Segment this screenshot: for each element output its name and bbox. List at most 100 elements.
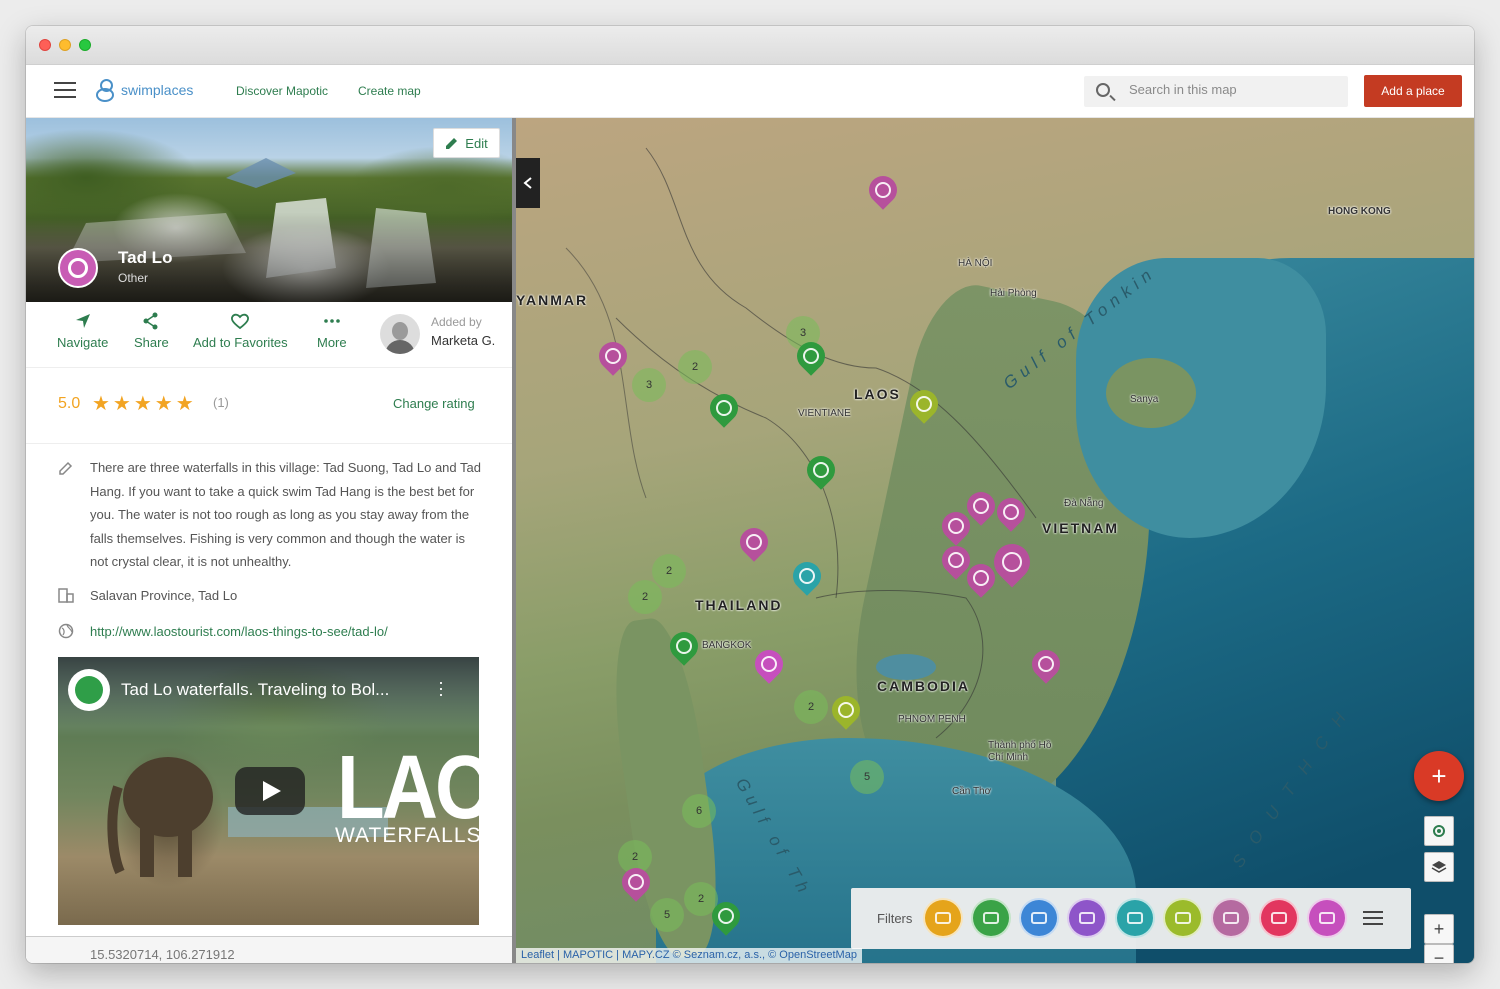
filters-bar: Filters — [851, 888, 1411, 949]
map-pin-lifebuoy[interactable] — [961, 486, 1001, 528]
place-category: Other — [118, 271, 149, 285]
place-website-link[interactable]: http://www.laostourist.com/laos-things-t… — [90, 620, 486, 644]
share-label: Share — [134, 335, 169, 350]
label-sanya: Sanya — [1130, 394, 1159, 405]
marker-cluster[interactable]: 2 — [652, 554, 686, 588]
edit-place-button[interactable]: Edit — [433, 128, 500, 158]
filter-nature-icon[interactable] — [1163, 898, 1203, 938]
label-hanoi: HÀ NỘI — [958, 258, 993, 269]
nav-create-map[interactable]: Create map — [358, 84, 421, 98]
filter-shell-icon[interactable] — [1307, 898, 1347, 938]
marker-cluster[interactable]: 6 — [682, 794, 716, 828]
chevron-left-icon — [523, 177, 532, 189]
place-address: Salavan Province, Tad Lo — [90, 588, 238, 603]
minimize-window-button[interactable] — [59, 39, 71, 51]
zoom-out-button[interactable]: − — [1424, 944, 1454, 963]
map-pin-spa[interactable] — [749, 644, 789, 686]
map-attribution[interactable]: Leaflet | MAPOTIC | MAPY.CZ © Seznam.cz,… — [516, 948, 862, 963]
map-pin-pool[interactable] — [787, 556, 827, 598]
marker-cluster[interactable]: 2 — [628, 580, 662, 614]
play-icon[interactable] — [235, 767, 305, 815]
place-detail-panel: Edit Tad Lo Other Navigate Share Add to … — [26, 118, 512, 963]
video-title[interactable]: Tad Lo waterfalls. Traveling to Bol... — [121, 680, 389, 700]
marker-cluster[interactable]: 5 — [850, 760, 884, 794]
filter-lifebuoy-icon[interactable] — [1211, 898, 1251, 938]
filter-spa-pool-icon[interactable] — [1115, 898, 1155, 938]
maximize-window-button[interactable] — [79, 39, 91, 51]
filter-hot-spring-icon[interactable] — [1259, 898, 1299, 938]
map-pin-lifebuoy[interactable] — [593, 336, 633, 378]
map-pin-lifebuoy[interactable] — [991, 492, 1031, 534]
collapse-panel-button[interactable] — [516, 158, 540, 208]
filter-boat-icon[interactable] — [971, 898, 1011, 938]
rating-section: 5.0 ★★★★★ (1) Change rating — [26, 368, 512, 444]
added-by[interactable]: Added by Marketa G. — [380, 312, 510, 358]
locate-me-button[interactable] — [1424, 816, 1454, 846]
layers-icon — [1431, 861, 1447, 873]
share-icon — [143, 312, 158, 330]
heart-icon — [231, 313, 250, 330]
map-pin-nature[interactable] — [904, 384, 944, 426]
navigate-icon — [75, 314, 90, 328]
label-vietnam: VIETNAM — [1042, 520, 1119, 536]
more-button[interactable]: More — [317, 312, 347, 350]
more-dots-icon — [324, 319, 340, 323]
share-button[interactable]: Share — [134, 312, 169, 350]
video-more-icon[interactable]: · · · — [438, 673, 446, 703]
map-pin-boat[interactable] — [704, 388, 744, 430]
menu-icon[interactable] — [54, 82, 76, 98]
filter-lake-icon[interactable] — [1019, 898, 1059, 938]
channel-logo[interactable] — [68, 669, 110, 711]
edit-label: Edit — [465, 135, 488, 151]
marker-cluster[interactable]: 5 — [650, 898, 684, 932]
map-pin-lifebuoy[interactable] — [1026, 644, 1066, 686]
close-window-button[interactable] — [39, 39, 51, 51]
rating-count: (1) — [213, 395, 229, 410]
map-pin-boat[interactable] — [801, 450, 841, 492]
filter-settings-icon[interactable] — [1363, 908, 1383, 928]
search-icon — [1096, 83, 1110, 97]
map-pin-boat[interactable] — [664, 626, 704, 668]
map-pin-lifebuoy[interactable] — [936, 506, 976, 548]
label-da-nang: Đà Nẵng — [1064, 498, 1104, 509]
map-pin-boat[interactable] — [706, 896, 746, 938]
video-embed[interactable]: Tad Lo waterfalls. Traveling to Bol... ·… — [58, 657, 479, 925]
building-icon — [58, 588, 74, 603]
add-place-fab[interactable]: + — [1414, 751, 1464, 801]
place-name: Tad Lo — [118, 248, 173, 267]
filter-pool-icon[interactable] — [1067, 898, 1107, 938]
marker-cluster[interactable]: 2 — [678, 350, 712, 384]
add-to-favorites-button[interactable]: Add to Favorites — [193, 312, 288, 350]
map-pin-nature[interactable] — [826, 690, 866, 732]
map-pin-boat[interactable] — [791, 336, 831, 378]
selected-map-pin[interactable] — [986, 536, 1038, 588]
swimplaces-logo[interactable]: swimplaces — [96, 77, 193, 103]
add-place-button[interactable]: Add a place — [1364, 75, 1462, 107]
map-pin-lifebuoy[interactable] — [734, 522, 774, 564]
search-input[interactable] — [1129, 82, 1329, 97]
zoom-in-button[interactable]: + — [1424, 914, 1454, 944]
filter-beach-icon[interactable] — [923, 898, 963, 938]
label-myanmar: YANMAR — [516, 292, 589, 308]
filters-label: Filters — [877, 911, 913, 926]
map-pin-lifebuoy[interactable] — [961, 558, 1001, 600]
marker-cluster[interactable]: 2 — [794, 690, 828, 724]
label-ho-chi-minh: Thành phố Hồ Chí Minh — [988, 740, 1052, 763]
pencil-icon — [446, 138, 458, 149]
added-by-user: Marketa G. — [431, 333, 496, 348]
layers-button[interactable] — [1424, 852, 1454, 882]
window-titlebar — [26, 26, 1474, 65]
navigate-button[interactable]: Navigate — [57, 312, 108, 350]
change-rating-link[interactable]: Change rating — [393, 396, 475, 411]
marker-cluster[interactable]: 3 — [632, 368, 666, 402]
more-label: More — [317, 335, 347, 350]
map-view[interactable]: YANMAR LAOS VIETNAM THAILAND CAMBODIA HO… — [516, 118, 1474, 963]
nav-discover-mapotic[interactable]: Discover Mapotic — [236, 84, 328, 98]
map-pin-lifebuoy[interactable] — [863, 170, 903, 212]
navigate-label: Navigate — [57, 335, 109, 350]
globe-icon — [58, 623, 74, 639]
map-pin-lifebuoy[interactable] — [616, 862, 656, 904]
map-search[interactable] — [1084, 76, 1348, 107]
label-can-tho: Cần Thơ — [952, 786, 992, 797]
place-coordinates[interactable]: 15.5320714, 106.271912 — [90, 947, 235, 962]
